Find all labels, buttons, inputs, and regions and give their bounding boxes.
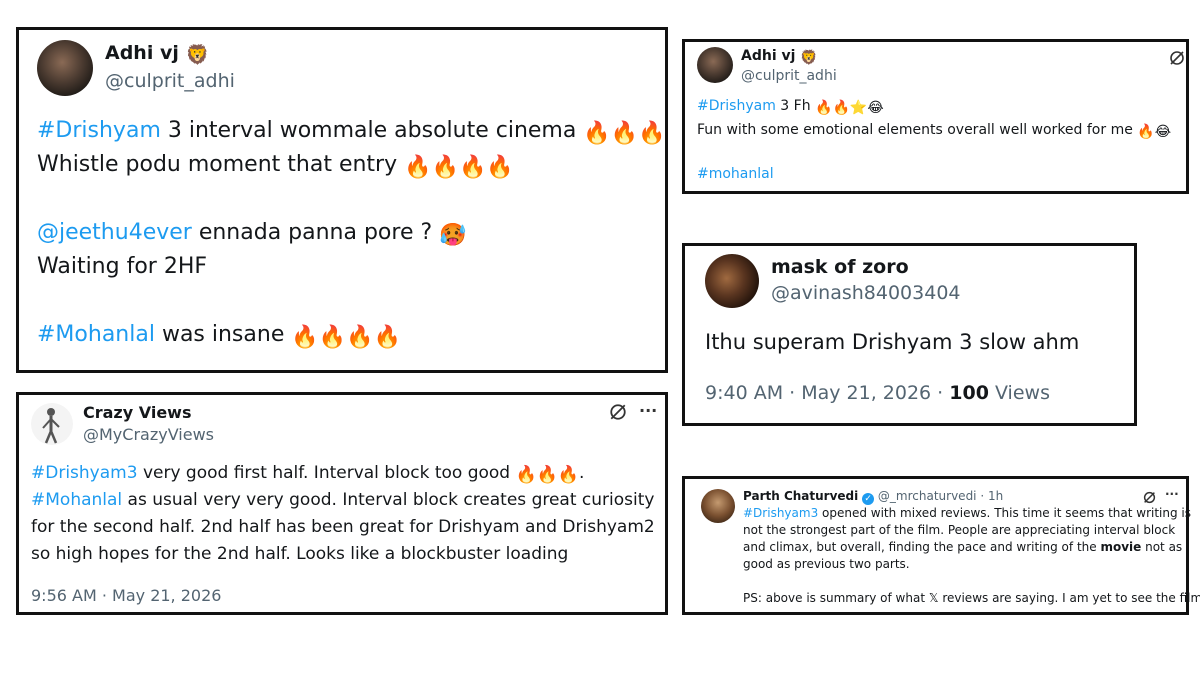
tweet-line-2: #Mohanlal as usual very very good. Inter… bbox=[31, 490, 655, 510]
author-handle[interactable]: @avinash84003404 bbox=[771, 282, 961, 304]
author-handle[interactable]: @culprit_adhi bbox=[105, 70, 235, 92]
lion-emoji: 🦁 bbox=[800, 49, 818, 66]
author-name[interactable]: Adhi vj 🦁 bbox=[741, 48, 818, 66]
tweet-line-1: #Drishyam 3 interval wommale absolute ci… bbox=[37, 118, 666, 146]
avatar[interactable] bbox=[37, 40, 93, 96]
author-name[interactable]: Crazy Views bbox=[83, 403, 191, 422]
fire-emoji: 🔥 bbox=[832, 99, 850, 116]
tweet-line-3: for the second half. 2nd half has been g… bbox=[31, 517, 655, 537]
tweet-line-3: @jeethu4ever ennada panna pore ? 🥵 bbox=[37, 220, 467, 248]
fire-emoji: 🔥 bbox=[318, 324, 347, 350]
avatar[interactable] bbox=[705, 254, 759, 308]
tweet-line-5: #Mohanlal was insane 🔥🔥🔥🔥 bbox=[37, 322, 401, 350]
views-label: Views bbox=[988, 382, 1050, 404]
hashtag-link[interactable]: #Drishyam bbox=[697, 98, 776, 114]
grok-icon[interactable] bbox=[1169, 50, 1185, 70]
fire-emoji: 🔥 bbox=[638, 120, 666, 146]
more-options-icon[interactable]: ··· bbox=[639, 401, 657, 420]
grok-icon[interactable] bbox=[609, 403, 627, 425]
author-name[interactable]: mask of zoro bbox=[771, 256, 909, 278]
avatar[interactable] bbox=[701, 489, 735, 523]
hashtag-link[interactable]: #Drishyam3 bbox=[31, 463, 138, 483]
tweet-line-2: not the strongest part of the film. Peop… bbox=[743, 523, 1176, 537]
author-name[interactable]: Adhi vj 🦁 bbox=[105, 42, 209, 66]
tweet-card-mask-of-zoro: mask of zoro @avinash84003404 Ithu super… bbox=[682, 243, 1137, 426]
tweet-line-4: Waiting for 2HF bbox=[37, 254, 208, 279]
tweet-card-crazy-views: Crazy Views @MyCrazyViews ··· #Drishyam3… bbox=[16, 392, 668, 615]
tweet-card-adhi-large: Adhi vj 🦁 @culprit_adhi #Drishyam 3 inte… bbox=[16, 27, 668, 373]
tweet-line-1: #Drishyam3 opened with mixed reviews. Th… bbox=[743, 506, 1192, 520]
lion-emoji: 🦁 bbox=[185, 44, 210, 67]
fire-emoji: 🔥 bbox=[610, 120, 639, 146]
star-emoji: ⭐ bbox=[849, 99, 868, 116]
tweet-line-4: so high hopes for the 2nd half. Looks li… bbox=[31, 544, 569, 564]
hashtag-link[interactable]: #Mohanlal bbox=[31, 490, 122, 510]
tweet-line-4: good as previous two parts. bbox=[743, 557, 910, 571]
fire-emoji: 🔥 bbox=[486, 154, 514, 180]
tweet-card-parth: Parth Chaturvedi ✓ @_mrchaturvedi · 1h ·… bbox=[682, 476, 1200, 615]
fire-emoji: 🔥 bbox=[373, 324, 401, 350]
mention-link[interactable]: @jeethu4ever bbox=[37, 220, 192, 245]
laugh-emoji: 😂 bbox=[867, 99, 884, 116]
tweet-meta: 9:40 AM · May 21, 2026 · 100 Views bbox=[705, 382, 1050, 404]
fire-emoji: 🔥 bbox=[557, 465, 579, 486]
fire-emoji: 🔥 bbox=[815, 99, 833, 116]
tweet-line-2: Fun with some emotional elements overall… bbox=[697, 122, 1172, 140]
fire-emoji: 🔥 bbox=[536, 465, 558, 486]
more-options-icon[interactable]: ··· bbox=[1165, 487, 1179, 501]
hashtag-link[interactable]: #Mohanlal bbox=[37, 322, 155, 347]
tweet-line-1: #Drishyam3 very good first half. Interva… bbox=[31, 463, 585, 486]
author-handle[interactable]: @MyCrazyViews bbox=[83, 425, 214, 444]
tweet-line-3: and climax, but overall, finding the pac… bbox=[743, 540, 1183, 554]
hashtag-link[interactable]: #Drishyam bbox=[37, 118, 161, 143]
author-handle[interactable]: @culprit_adhi bbox=[741, 68, 837, 84]
fire-emoji: 🔥 bbox=[1137, 123, 1155, 140]
verified-badge-icon: ✓ bbox=[862, 493, 875, 505]
fire-emoji: 🔥 bbox=[291, 324, 319, 350]
laugh-emoji: 😂 bbox=[1154, 123, 1172, 140]
fire-emoji: 🔥 bbox=[583, 120, 611, 146]
tweet-card-adhi-small: Adhi vj 🦁 @culprit_adhi #Drishyam 3 Fh 🔥… bbox=[682, 39, 1189, 194]
fire-emoji: 🔥 bbox=[458, 154, 487, 180]
tweet-timestamp[interactable]: 9:40 AM · May 21, 2026 · bbox=[705, 382, 949, 404]
tweet-timestamp[interactable]: 9:56 AM · May 21, 2026 bbox=[31, 586, 221, 605]
avatar[interactable] bbox=[697, 47, 733, 83]
tweet-header: Parth Chaturvedi ✓ @_mrchaturvedi · 1h bbox=[743, 489, 1003, 505]
hashtag-link[interactable]: #mohanlal bbox=[697, 166, 774, 182]
fire-emoji: 🔥 bbox=[431, 154, 459, 180]
fire-emoji: 🔥 bbox=[346, 324, 374, 350]
tweet-line-1: #Drishyam 3 Fh 🔥🔥⭐😂 bbox=[697, 98, 884, 116]
tweet-body: Ithu superam Drishyam 3 slow ahm bbox=[705, 330, 1080, 354]
author-name[interactable]: Parth Chaturvedi bbox=[743, 489, 858, 503]
avatar[interactable] bbox=[31, 403, 73, 445]
views-count: 100 bbox=[949, 382, 989, 404]
fire-emoji: 🔥 bbox=[404, 154, 432, 180]
hot-face-emoji: 🥵 bbox=[439, 222, 467, 248]
tweet-line-2: Whistle podu moment that entry 🔥🔥🔥🔥 bbox=[37, 152, 514, 180]
hashtag-link[interactable]: #Drishyam3 bbox=[743, 506, 818, 520]
author-handle[interactable]: @_mrchaturvedi · 1h bbox=[878, 489, 1003, 503]
fire-emoji: 🔥 bbox=[515, 465, 537, 486]
tweet-line-5: PS: above is summary of what 𝕏 reviews a… bbox=[743, 591, 1200, 605]
